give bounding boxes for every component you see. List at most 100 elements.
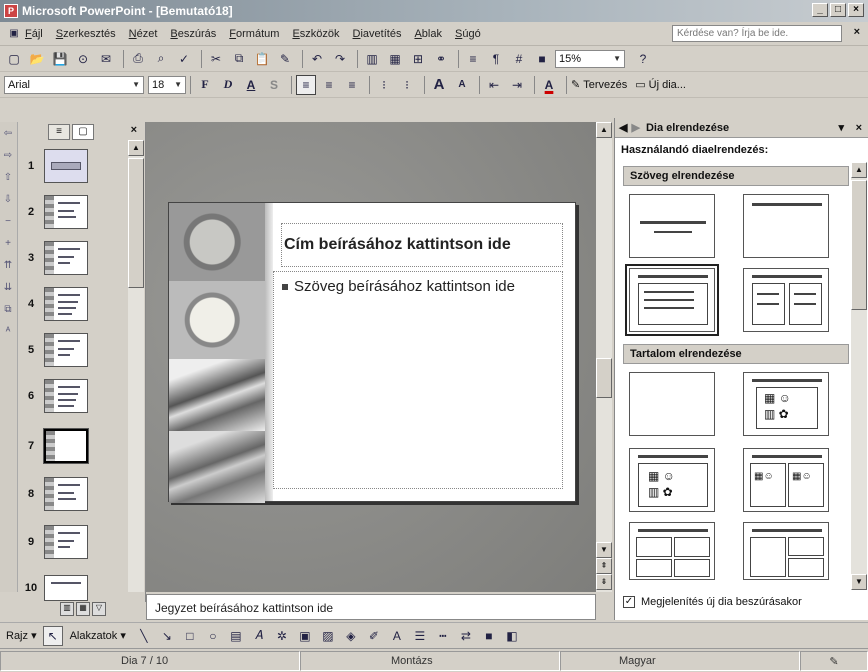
format-painter-icon[interactable]: ✎: [275, 49, 295, 69]
font-select[interactable]: Arial ▼: [4, 75, 144, 94]
slide-sorter-view-icon[interactable]: ▦: [76, 602, 90, 616]
powerpoint-app-icon[interactable]: P: [4, 4, 18, 18]
shadow-style-icon[interactable]: ■: [479, 626, 499, 646]
scroll-thumb[interactable]: [851, 180, 867, 310]
table-icon[interactable]: ▦: [385, 49, 405, 69]
cut-icon[interactable]: ✂: [206, 49, 226, 69]
new-slide-button[interactable]: ▭ Új dia...: [635, 78, 686, 92]
layout-title-slide[interactable]: [629, 194, 715, 258]
underline-button[interactable]: A: [241, 75, 261, 95]
normal-view-icon[interactable]: ▥: [60, 602, 74, 616]
task-pane-menu-icon[interactable]: ▾: [838, 121, 844, 134]
expand-icon[interactable]: +: [0, 232, 16, 254]
arrow-icon[interactable]: ↘: [157, 626, 177, 646]
align-right-icon[interactable]: ≡: [342, 75, 362, 95]
collapse-icon[interactable]: −: [0, 210, 16, 232]
bullets-icon[interactable]: ⁝: [397, 75, 417, 95]
print-preview-icon[interactable]: ⌕: [151, 49, 171, 69]
promote-icon[interactable]: ⇦: [0, 122, 16, 144]
menu-format[interactable]: Formátum: [229, 28, 279, 40]
select-objects-icon[interactable]: ↖: [42, 625, 63, 646]
dash-style-icon[interactable]: ┅: [433, 626, 453, 646]
diagram-icon[interactable]: ✲: [272, 626, 292, 646]
open-icon[interactable]: 📂: [27, 49, 47, 69]
slide-thumbnail[interactable]: 4: [18, 284, 130, 324]
slide-thumbnail-selected[interactable]: 7: [18, 426, 130, 466]
scroll-thumb[interactable]: [596, 358, 612, 398]
move-down-icon[interactable]: ⇩: [0, 188, 16, 210]
layout-two-column-text[interactable]: [743, 268, 829, 332]
line-style-icon[interactable]: ☰: [410, 626, 430, 646]
collapse-all-icon[interactable]: ⇈: [0, 254, 16, 276]
fill-color-icon[interactable]: ◈: [341, 626, 361, 646]
summary-slide-icon[interactable]: ⧉: [0, 298, 16, 320]
back-icon[interactable]: ◀: [619, 121, 627, 134]
text-box-icon[interactable]: ▤: [226, 626, 246, 646]
oval-icon[interactable]: ○: [203, 626, 223, 646]
body-placeholder[interactable]: Szöveg beírásához kattintson ide: [273, 271, 563, 489]
expand-all-icon[interactable]: ⇊: [0, 276, 16, 298]
color-grayscale-icon[interactable]: ■: [532, 49, 552, 69]
align-center-icon[interactable]: ≡: [319, 75, 339, 95]
italic-button[interactable]: D: [218, 75, 238, 95]
help-icon[interactable]: ?: [633, 49, 653, 69]
design-button[interactable]: ✎ Tervezés: [571, 78, 627, 92]
layout-four-content[interactable]: [629, 522, 715, 580]
wordart-icon[interactable]: 𝐴: [249, 626, 269, 646]
scroll-thumb[interactable]: [128, 158, 144, 288]
demote-icon[interactable]: ⇨: [0, 144, 16, 166]
title-placeholder[interactable]: Cím beírásához kattintson ide: [281, 223, 563, 267]
menu-window[interactable]: Ablak: [414, 28, 442, 40]
layout-content[interactable]: ▦ ☺ ▥ ✿: [743, 372, 829, 436]
rectangle-icon[interactable]: □: [180, 626, 200, 646]
layout-title-content-two[interactable]: [743, 522, 829, 580]
menu-tools[interactable]: Eszközök: [292, 28, 339, 40]
show-on-insert-checkbox[interactable]: ✓: [623, 596, 635, 608]
font-color-button[interactable]: A: [539, 75, 559, 95]
slides-panel-scrollbar[interactable]: ▲: [128, 140, 144, 592]
expand-all-icon[interactable]: ≡: [463, 49, 483, 69]
next-slide-icon[interactable]: ⇟: [596, 574, 612, 590]
font-color-icon[interactable]: A: [387, 626, 407, 646]
previous-slide-icon[interactable]: ⇞: [596, 558, 612, 574]
menu-edit[interactable]: Szerkesztés: [56, 28, 116, 40]
3d-style-icon[interactable]: ◧: [502, 626, 522, 646]
spelling-icon[interactable]: ✓: [174, 49, 194, 69]
scroll-down-icon[interactable]: ▼: [596, 542, 612, 558]
forward-icon[interactable]: ▶: [631, 121, 639, 134]
notes-area[interactable]: Jegyzet beírásához kattintson ide: [146, 594, 596, 620]
decrease-font-button[interactable]: A: [452, 75, 472, 95]
tables-borders-icon[interactable]: ⊞: [408, 49, 428, 69]
clip-art-icon[interactable]: ▣: [295, 626, 315, 646]
increase-indent-icon[interactable]: ⇥: [507, 75, 527, 95]
copy-icon[interactable]: ⧉: [229, 49, 249, 69]
redo-icon[interactable]: ↷: [330, 49, 350, 69]
show-formatting-icon[interactable]: ᴬ: [0, 320, 16, 342]
scroll-down-icon[interactable]: ▼: [851, 574, 867, 590]
layout-title-two-content[interactable]: ▦☺ ▦☺: [743, 448, 829, 512]
document-menu-icon[interactable]: ▣: [6, 24, 22, 44]
draw-menu-button[interactable]: Rajz ▾: [6, 629, 37, 642]
align-left-icon[interactable]: ≡: [296, 74, 316, 95]
slide-thumbnail[interactable]: 6: [18, 376, 130, 416]
move-up-icon[interactable]: ⇧: [0, 166, 16, 188]
email-icon[interactable]: ✉: [96, 49, 116, 69]
scroll-up-icon[interactable]: ▲: [596, 122, 612, 138]
menu-help[interactable]: Súgó: [455, 28, 481, 40]
shadow-button[interactable]: S: [264, 75, 284, 95]
scroll-up-icon[interactable]: ▲: [851, 162, 867, 178]
layout-title-content[interactable]: ▦ ☺ ▥ ✿: [629, 448, 715, 512]
show-formatting-icon[interactable]: ¶: [486, 49, 506, 69]
paste-icon[interactable]: 📋: [252, 49, 272, 69]
print-icon[interactable]: ⎙: [128, 49, 148, 69]
slides-tab[interactable]: ▢: [72, 124, 94, 140]
autoshapes-menu-button[interactable]: Alakzatok ▾: [70, 629, 126, 642]
slide-scrollbar[interactable]: ▲ ▼ ⇞ ⇟: [596, 122, 612, 592]
task-pane-close-button[interactable]: ×: [856, 122, 862, 134]
minimize-button[interactable]: _: [812, 3, 828, 17]
outline-tab[interactable]: ≡: [48, 124, 70, 140]
menu-insert[interactable]: Beszúrás: [170, 28, 216, 40]
slide-thumbnail[interactable]: 2: [18, 192, 130, 232]
layout-blank[interactable]: [629, 372, 715, 436]
line-color-icon[interactable]: ✐: [364, 626, 384, 646]
